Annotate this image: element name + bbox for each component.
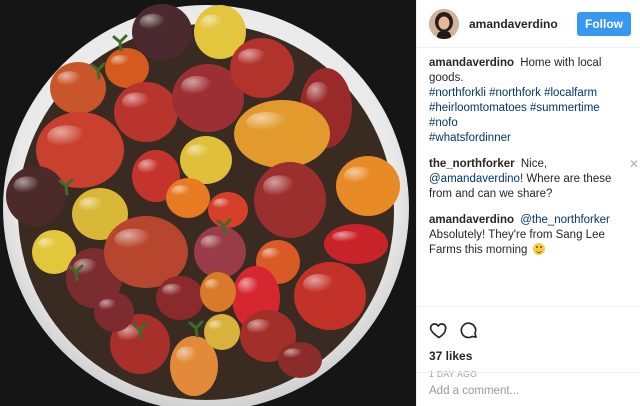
- tomato-highlight: [283, 348, 304, 360]
- hashtag-link[interactable]: #localfarm: [544, 87, 597, 99]
- tomato-shape: [166, 178, 210, 218]
- tomato-shape: [6, 166, 66, 226]
- comment-mention[interactable]: @amandaverdino: [429, 173, 520, 185]
- tomato-highlight: [99, 299, 117, 311]
- close-icon[interactable]: ✕: [629, 157, 639, 172]
- heart-icon[interactable]: [429, 320, 449, 340]
- post-side-panel: amandaverdino Follow amandaverdino Home …: [416, 0, 640, 406]
- tomato-highlight: [162, 283, 184, 297]
- tomato-highlight: [139, 13, 167, 31]
- hashtag-link[interactable]: #heirloomtomatoes: [429, 102, 527, 114]
- comment-text: Absolutely! They're from Sang Lee Farms …: [429, 229, 605, 256]
- tomato-highlight: [171, 185, 192, 197]
- tomato-highlight: [213, 198, 231, 210]
- tomato-highlight: [200, 235, 224, 251]
- tomato-highlight: [247, 319, 273, 335]
- header-username[interactable]: amandaverdino: [469, 17, 577, 31]
- tomato-shape: [336, 156, 400, 216]
- post-actions: 37 likes 1 DAY AGO: [417, 306, 640, 379]
- likes-count[interactable]: 37 likes: [429, 349, 629, 363]
- avatar[interactable]: [429, 8, 459, 39]
- tomato-shape: [278, 342, 322, 378]
- tomato-highlight: [263, 175, 296, 199]
- tomato-shape: [156, 276, 204, 320]
- hashtag-link[interactable]: #summertime: [530, 102, 600, 114]
- tomato-highlight: [110, 55, 131, 67]
- tomato-highlight: [246, 111, 290, 133]
- tomato-highlight: [306, 82, 330, 106]
- tomato-highlight: [181, 75, 214, 97]
- add-comment-input[interactable]: Add a comment...: [417, 372, 640, 406]
- tomato-highlight: [37, 237, 58, 251]
- tomato-highlight: [13, 176, 41, 195]
- action-buttons: [429, 317, 629, 343]
- tomato-shape: [234, 100, 330, 168]
- hashtag-link[interactable]: #nofo: [429, 117, 458, 129]
- tomato-shape: [204, 314, 240, 350]
- post-photo[interactable]: [0, 0, 416, 406]
- caption: amandaverdino Home with local goods. #no…: [429, 56, 635, 146]
- tomato-highlight: [208, 320, 225, 332]
- tomato-highlight: [204, 279, 221, 291]
- comment-text: Nice,: [520, 158, 548, 170]
- hashtag-link[interactable]: #whatsfordinner: [429, 132, 511, 144]
- tomato-shape: [180, 136, 232, 184]
- tomato-highlight: [303, 273, 336, 295]
- smiling-face-icon: [532, 243, 545, 255]
- post-header: amandaverdino Follow: [417, 0, 640, 48]
- tomato-highlight: [47, 125, 87, 149]
- caption-author[interactable]: amandaverdino: [429, 57, 514, 69]
- tomato-highlight: [261, 247, 282, 261]
- comment-item: the_northforker Nice, @amandaverdino! Whe…: [429, 157, 639, 202]
- tomato-highlight: [57, 71, 83, 87]
- hashtag-link[interactable]: #northforkli: [429, 87, 486, 99]
- tomato-highlight: [238, 48, 267, 67]
- tomato-highlight: [138, 159, 160, 175]
- tomato-highlight: [121, 92, 151, 111]
- comment-mention[interactable]: @the_northforker: [520, 214, 610, 226]
- tomato-highlight: [332, 231, 361, 243]
- tomato-highlight: [200, 14, 224, 31]
- tomato-shape: [132, 4, 192, 60]
- tomato-highlight: [238, 277, 260, 297]
- hashtag-link[interactable]: #northfork: [489, 87, 541, 99]
- tomato-shape: [294, 262, 366, 330]
- comments-list: amandaverdino Home with local goods. #no…: [429, 56, 639, 269]
- tomato-highlight: [114, 228, 153, 251]
- tomato-shape: [194, 226, 246, 278]
- comment-bubble-icon[interactable]: [459, 320, 479, 340]
- tomato-shape: [200, 272, 236, 312]
- tomato-highlight: [186, 144, 210, 159]
- comment-author[interactable]: amandaverdino: [429, 214, 514, 226]
- tomato-shape: [94, 292, 134, 332]
- tomato-bowl-image: [0, 0, 416, 406]
- tomato-shape: [230, 38, 294, 98]
- follow-button[interactable]: Follow: [577, 11, 631, 36]
- comment-item: amandaverdino @the_northforker Absolutely…: [429, 213, 635, 258]
- tomato-shape: [105, 48, 149, 88]
- profile-photo-icon: [429, 8, 459, 39]
- tomato-highlight: [79, 197, 105, 213]
- tomato-shape: [324, 224, 388, 264]
- tomato-shape: [254, 162, 326, 238]
- tomato-highlight: [176, 346, 198, 365]
- tomato-highlight: [344, 166, 373, 185]
- tomato-shape: [114, 82, 178, 142]
- comment-author[interactable]: the_northforker: [429, 158, 515, 170]
